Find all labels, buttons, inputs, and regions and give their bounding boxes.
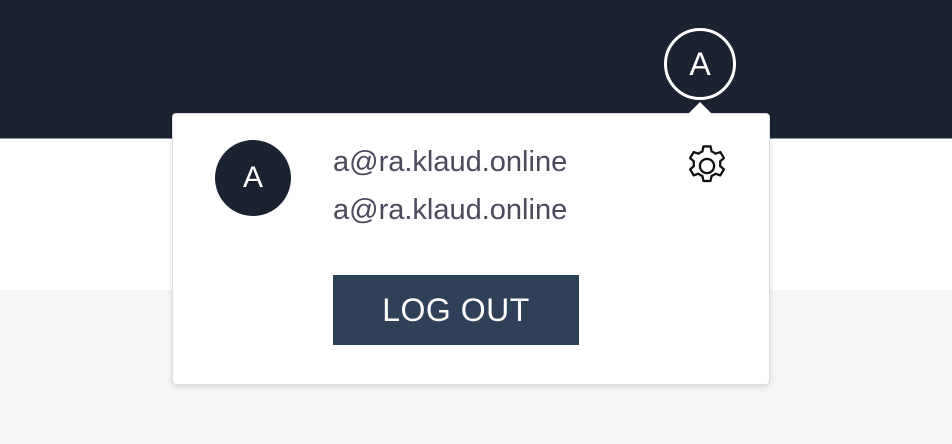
account-email: a@ra.klaud.online (333, 194, 568, 226)
logout-button[interactable]: LOG OUT (333, 275, 579, 345)
settings-button[interactable] (681, 140, 733, 192)
account-dropdown: A a@ra.klaud.online a@ra.klaud.online LO… (172, 113, 770, 385)
account-avatar-initial: A (242, 161, 263, 194)
account-avatar: A (215, 140, 291, 216)
account-name: a@ra.klaud.online (333, 146, 568, 178)
avatar-initial: A (689, 45, 711, 82)
dropdown-caret (688, 102, 712, 114)
user-avatar-button[interactable]: A (664, 28, 736, 100)
gear-icon (688, 145, 726, 183)
